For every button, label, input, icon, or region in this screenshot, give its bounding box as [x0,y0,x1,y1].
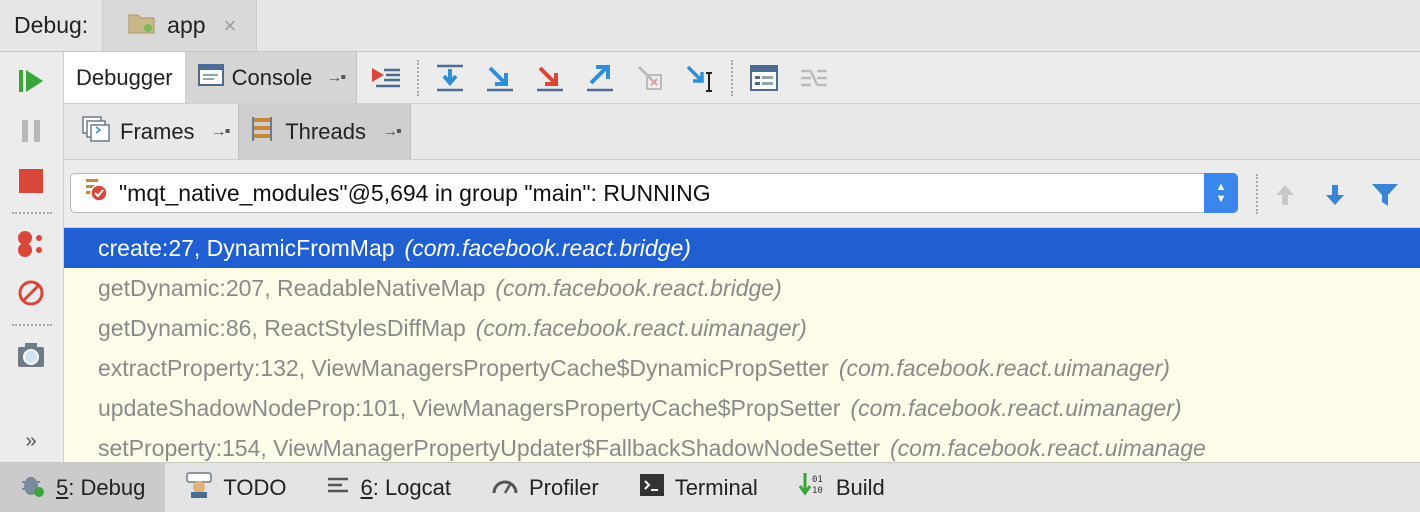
stack-frame-package: (com.facebook.react.uimanage [890,434,1206,461]
tool-terminal[interactable]: Terminal [619,463,778,512]
toolbar-separator [731,59,734,96]
threads-icon [249,116,275,148]
stack-frame-package: (com.facebook.react.bridge) [495,274,782,301]
pin-icon[interactable]: →▪ [211,123,231,141]
console-icon [197,63,224,92]
tool-logcat-label: 6: Logcat [360,475,451,501]
select-arrows-icon[interactable]: ▲ ▼ [1204,173,1238,213]
terminal-icon [639,473,665,503]
app-folder-icon [127,11,157,41]
debug-bug-icon [20,472,46,504]
step-over-icon[interactable] [425,52,475,104]
tool-debug-text: : Debug [68,474,146,500]
toolbar-separator [1256,174,1258,214]
svg-text:01: 01 [812,475,823,485]
tab-frames[interactable]: Frames →▪ [72,104,238,159]
force-step-into-icon[interactable] [525,52,575,104]
evaluate-expression-icon[interactable] [739,52,789,104]
show-execution-point-icon[interactable] [361,52,411,104]
svg-text:10: 10 [812,486,823,496]
thread-selector-row: "mqt_native_modules"@5,694 in group "mai… [64,160,1420,228]
next-frame-icon[interactable] [1318,178,1352,212]
stack-frame-method: create:27, DynamicFromMap [98,234,395,261]
stack-frame-row[interactable]: setProperty:154, ViewManagerPropertyUpda… [64,428,1420,462]
thread-select[interactable]: "mqt_native_modules"@5,694 in group "mai… [70,173,1238,213]
tab-console[interactable]: Console →▪ [185,52,358,103]
step-out-icon[interactable] [575,52,625,104]
tool-profiler-label: Profiler [529,474,599,500]
tab-frames-label: Frames [120,118,195,144]
thread-select-value: "mqt_native_modules"@5,694 in group "mai… [119,179,711,206]
build-icon: 01 10 [798,471,826,505]
stack-frame-method: extractProperty:132, ViewManagersPropert… [98,354,829,381]
pin-icon[interactable]: →▪ [382,123,402,141]
logcat-icon [326,475,350,501]
more-actions-icon[interactable]: » [14,424,48,458]
stack-frame-row[interactable]: getDynamic:207, ReadableNativeMap (com.fa… [64,268,1420,308]
resume-program-icon[interactable] [14,64,48,98]
view-breakpoints-icon[interactable] [14,226,48,260]
left-toolbar-separator [12,212,52,214]
debugger-header: Debugger Console →▪ [64,52,1420,104]
thread-suspended-icon [83,177,109,209]
camera-snapshot-icon[interactable] [14,338,48,372]
trace-current-stream-icon[interactable] [789,52,839,104]
drop-frame-icon[interactable] [625,52,675,104]
frames-threads-tabs: Frames →▪ Threads →▪ [64,104,1420,160]
stack-frame-package: (com.facebook.react.uimanager) [838,354,1170,381]
stack-frame-method: getDynamic:207, ReadableNativeMap [98,274,486,301]
pause-program-icon[interactable] [14,114,48,148]
stack-frame-row[interactable]: extractProperty:132, ViewManagersPropert… [64,348,1420,388]
stack-frame-row[interactable]: updateShadowNodeProp:101, ViewManagersPr… [64,388,1420,428]
stack-frame-method: setProperty:154, ViewManagerPropertyUpda… [98,434,881,461]
stack-frame-row[interactable]: create:27, DynamicFromMap (com.facebook.r… [64,228,1420,268]
stack-frame-package: (com.facebook.react.bridge) [404,234,691,261]
step-into-icon[interactable] [475,52,525,104]
tool-profiler[interactable]: Profiler [471,463,619,512]
tool-build-label: Build [835,474,885,500]
tab-debugger[interactable]: Debugger [64,52,186,103]
tool-debug-label: 5: Debug [56,475,145,501]
tool-window-bar: 5: Debug TODO 6: Logcat Profiler Termina… [0,462,1420,512]
app-run-tab[interactable]: app × [102,0,258,51]
debug-title-bar: Debug: app × [0,0,1420,52]
step-toolbar [357,52,839,103]
left-toolbar-separator [12,324,52,326]
debug-label: Debug: [14,12,89,38]
tool-debug[interactable]: 5: Debug [0,463,166,512]
stack-frame-method: updateShadowNodeProp:101, ViewManagersPr… [98,394,841,421]
tool-todo[interactable]: TODO [165,463,306,512]
tab-debugger-label: Debugger [76,64,173,90]
frames-list: create:27, DynamicFromMap (com.facebook.r… [64,228,1420,462]
close-tab-icon[interactable]: × [224,13,237,39]
profiler-gauge-icon [491,474,519,502]
stop-icon[interactable] [14,164,48,198]
stack-frame-package: (com.facebook.react.uimanager) [850,394,1182,421]
tab-threads-label: Threads [285,118,366,144]
tool-logcat[interactable]: 6: Logcat [306,463,471,512]
tool-debug-number: 5 [56,474,69,500]
tab-console-label: Console [231,64,313,90]
tool-logcat-text: : Logcat [372,474,451,500]
pin-icon[interactable]: →▪ [326,69,346,87]
tab-threads[interactable]: Threads →▪ [238,104,411,159]
app-tab-label: app [167,12,206,38]
debug-left-toolbar: » [0,52,64,462]
tool-todo-label: TODO [223,474,287,500]
toolbar-separator [417,59,420,96]
tool-build[interactable]: 01 10 Build [778,463,905,512]
previous-frame-icon[interactable] [1268,178,1302,212]
tool-terminal-label: Terminal [674,474,758,500]
frames-icon [82,115,110,148]
run-to-cursor-icon[interactable] [675,52,725,104]
stack-frame-row[interactable]: getDynamic:86, ReactStylesDiffMap (com.fa… [64,308,1420,348]
stack-frame-method: getDynamic:86, ReactStylesDiffMap [98,314,466,341]
tool-logcat-number: 6 [360,474,373,500]
stack-frame-package: (com.facebook.react.uimanager) [475,314,807,341]
mute-breakpoints-icon[interactable] [14,276,48,310]
filter-icon[interactable] [1368,178,1402,212]
todo-icon [185,471,213,504]
